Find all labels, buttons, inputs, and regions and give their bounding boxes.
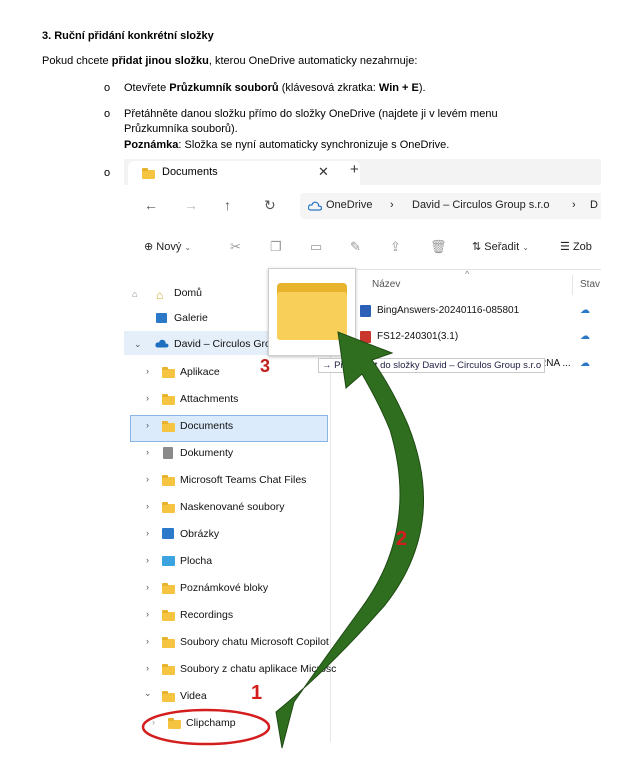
- annotation-number-3: 3: [260, 356, 271, 376]
- annotation-number-1: 1: [251, 682, 263, 704]
- annotation-overlay: [141, 331, 425, 749]
- annotation-number-2: 2: [396, 528, 408, 550]
- red-circle-highlight: [141, 708, 271, 746]
